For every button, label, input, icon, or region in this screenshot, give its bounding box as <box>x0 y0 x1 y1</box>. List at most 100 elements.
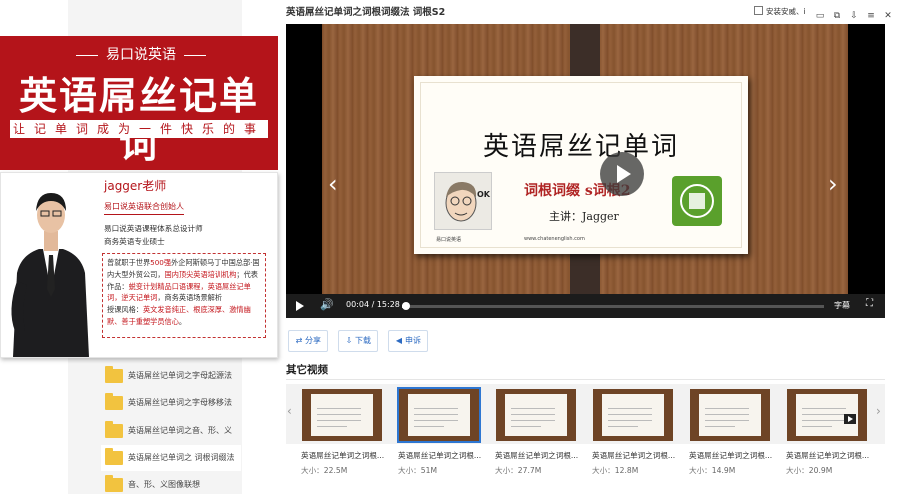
file-list-item[interactable]: 音、形、义图像联想 <box>101 472 241 494</box>
teacher-credential-2: 商务英语专业硕士 <box>104 237 165 246</box>
card-strap-top <box>570 24 600 79</box>
card-footer-brand: 易口说英语 <box>436 237 462 243</box>
video-player[interactable]: 英语屌丝记单词 OK 词根词缀 s词根2 主讲：Jagger 易口说英语 www… <box>286 24 885 318</box>
megaphone-icon: ◀ <box>395 336 403 345</box>
player-controls: 🔊 00:04 / 15:28 字幕 ⛶ <box>286 294 885 318</box>
file-list-item-label: 音、形、义图像联想 <box>128 480 200 489</box>
size-value: 20.9M <box>808 466 833 475</box>
slide-text-line <box>511 420 555 421</box>
volume-icon[interactable]: 🔊 <box>320 298 334 311</box>
avatar-icon: OK <box>445 181 491 222</box>
subtitle-toggle[interactable]: 字幕 <box>834 300 850 311</box>
file-list-item[interactable]: 英语屌丝记单词之字母起源法 <box>101 363 241 389</box>
report-button[interactable]: ◀ 申诉 <box>388 330 428 352</box>
install-checkbox-label: 安装安威、i <box>766 7 806 16</box>
install-checkbox[interactable] <box>754 6 763 15</box>
file-list-item[interactable]: 英语屌丝记单词之字母移移法 <box>101 390 241 416</box>
slide-text-line <box>511 414 555 415</box>
play-icon[interactable] <box>296 301 304 311</box>
folder-icon <box>105 421 123 438</box>
file-list-item-active[interactable]: 英语屌丝记单词之 词根词缀法 <box>101 445 241 471</box>
video-thumbnail[interactable] <box>593 389 673 441</box>
size-prefix: 大小： <box>592 466 615 475</box>
teacher-credential-1: 易口说英语课程体系总设计师 <box>104 224 203 233</box>
size-prefix: 大小： <box>786 466 809 475</box>
other-videos-heading: 其它视频 <box>286 364 328 376</box>
folder-icon <box>105 448 123 465</box>
teacher-name: jagger老师 <box>104 179 167 193</box>
slide-text-line <box>317 426 347 427</box>
thumbnail-slide <box>408 394 470 436</box>
brand-divider-right <box>184 55 206 56</box>
next-arrow-icon[interactable]: › <box>828 172 838 196</box>
video-frame[interactable]: 英语屌丝记单词 OK 词根词缀 s词根2 主讲：Jagger 易口说英语 www… <box>322 24 848 294</box>
video-thumbnail-title[interactable]: 英语屌丝记单词之词根... <box>398 450 482 461</box>
course-info-panel: 易口说英语 英语屌丝记单词 让记单词成为一件快乐的事 jagger老师 易口说英… <box>0 0 282 494</box>
folder-icon <box>105 366 123 383</box>
download-button[interactable]: ⇩ 下载 <box>338 330 378 352</box>
slide-text-line <box>705 420 749 421</box>
time-display: 00:04 / 15:28 <box>346 300 400 309</box>
close-icon[interactable]: ✕ <box>880 9 896 23</box>
teacher-role: 易口说英语联合创始人 <box>104 201 184 215</box>
thumbnail-slide <box>699 394 761 436</box>
slide-text-line <box>705 414 749 415</box>
share-button-label: 分享 <box>305 336 321 345</box>
video-title: 英语屌丝记单词之词根词缀法 词根S2 <box>286 7 446 18</box>
video-thumbnail-title[interactable]: 英语屌丝记单词之词根... <box>689 450 773 461</box>
download-icon[interactable]: ⇩ <box>846 9 862 23</box>
video-thumbnail-title[interactable]: 英语屌丝记单词之词根... <box>301 450 385 461</box>
video-thumbnail[interactable] <box>397 387 481 443</box>
brand-logo <box>672 176 722 226</box>
brand-row: 易口说英语 <box>76 44 206 66</box>
video-thumbnail-title[interactable]: 英语屌丝记单词之词根... <box>592 450 676 461</box>
course-banner: 易口说英语 英语屌丝记单词 让记单词成为一件快乐的事 <box>0 36 278 170</box>
progress-handle[interactable] <box>402 302 410 310</box>
svg-text:OK: OK <box>477 190 491 199</box>
report-button-label: 申诉 <box>405 336 421 345</box>
slide-text-line <box>802 414 846 415</box>
file-list-item[interactable]: 英语屌丝记单词之音、形、义 <box>101 418 241 444</box>
tv-icon[interactable]: ▭ <box>812 9 828 23</box>
folder-icon <box>105 393 123 410</box>
share-button[interactable]: ⇄ 分享 <box>288 330 328 352</box>
window-mode-icon[interactable]: ⧉ <box>829 9 845 23</box>
chevron-left-icon[interactable]: ‹ <box>287 404 292 418</box>
video-thumbnail-title[interactable]: 英语屌丝记单词之词根... <box>495 450 579 461</box>
video-thumbnail-size: 大小：12.8M <box>592 465 676 476</box>
total-time: 15:28 <box>376 300 400 309</box>
fullscreen-icon[interactable]: ⛶ <box>866 298 873 309</box>
play-overlay-button[interactable] <box>600 152 644 196</box>
slide-text-line <box>608 420 652 421</box>
video-thumbnail-size: 大小：20.9M <box>786 465 870 476</box>
thumbnail-slide <box>311 394 373 436</box>
size-prefix: 大小： <box>495 466 518 475</box>
slide-text-line <box>414 408 458 409</box>
video-thumbnail[interactable] <box>496 389 576 441</box>
menu-icon[interactable]: ≡ <box>863 9 879 23</box>
video-thumbnail[interactable] <box>690 389 770 441</box>
video-thumbnail-size: 大小：22.5M <box>301 465 385 476</box>
prev-arrow-icon[interactable]: ‹ <box>328 172 338 196</box>
video-thumbnail[interactable] <box>302 389 382 441</box>
video-thumbnail-size: 大小：14.9M <box>689 465 773 476</box>
file-list-item-label: 英语屌丝记单词之字母移移法 <box>128 398 232 407</box>
thumbnail-slide <box>796 394 858 436</box>
progress-track[interactable] <box>402 302 824 310</box>
thumbnail-slide <box>602 394 664 436</box>
folder-icon <box>105 475 123 492</box>
size-value: 22.5M <box>323 466 348 475</box>
size-value: 27.7M <box>517 466 542 475</box>
chevron-right-icon[interactable]: › <box>876 404 881 418</box>
app-window: 易口说英语 英语屌丝记单词 让记单词成为一件快乐的事 jagger老师 易口说英… <box>0 0 900 494</box>
slide-text-line <box>705 408 749 409</box>
teacher-photo <box>3 181 99 357</box>
slide-text-line <box>608 426 638 427</box>
video-thumbnail-title[interactable]: 英语屌丝记单词之词根... <box>786 450 870 461</box>
size-prefix: 大小： <box>301 466 324 475</box>
logo-icon <box>680 184 714 218</box>
video-thumbnail[interactable] <box>787 389 867 441</box>
slide-text-line <box>608 408 652 409</box>
slide-text-line <box>608 414 652 415</box>
slide-text-line <box>511 426 541 427</box>
